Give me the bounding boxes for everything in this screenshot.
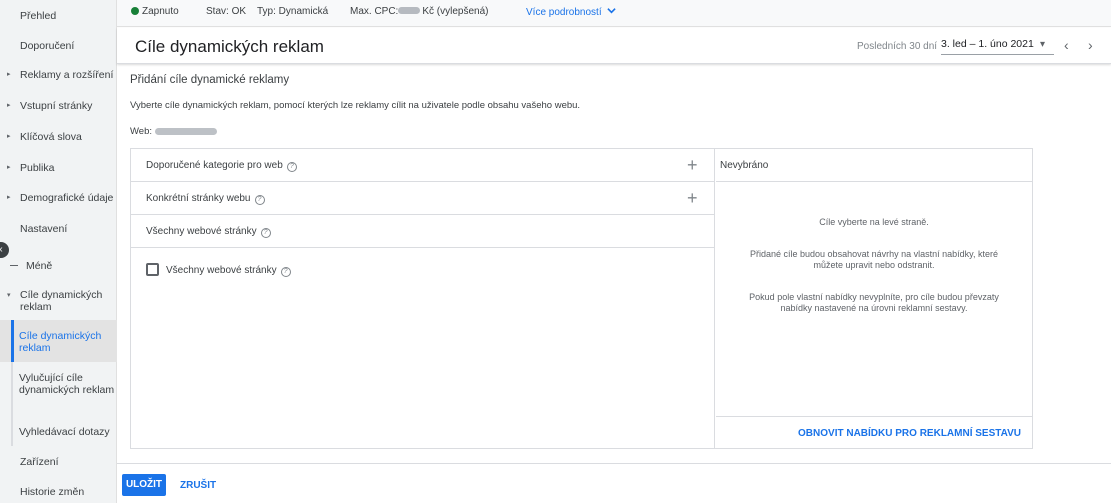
chevron-down-icon bbox=[607, 8, 617, 14]
option-row-specific-pages[interactable]: Konkrétní stránky webu? + bbox=[131, 182, 714, 215]
more-details-label: Více podrobností bbox=[526, 7, 602, 18]
status-badge: Zapnuto bbox=[131, 6, 179, 17]
save-button[interactable]: ULOŽIT bbox=[122, 474, 166, 496]
all-pages-checkbox-row[interactable]: Všechny webové stránky? bbox=[146, 263, 291, 277]
reset-bid-link[interactable]: OBNOVIT NABÍDKU PRO REKLAMNÍ SESTAVU bbox=[798, 428, 1021, 439]
expand-arrow-icon: ▸ bbox=[7, 133, 11, 140]
add-icon[interactable]: + bbox=[687, 188, 698, 209]
help-icon[interactable]: ? bbox=[254, 195, 265, 205]
date-range-picker[interactable]: 3. led – 1. úno 2021 bbox=[941, 38, 1054, 55]
status-dot-icon bbox=[131, 7, 139, 15]
option-row-label: Všechny webové stránky? bbox=[146, 226, 271, 238]
sidebar-item-label: Doporučení bbox=[20, 40, 75, 52]
max-cpc: Max. CPC: Kč (vylepšená) bbox=[350, 6, 488, 17]
main-content: Přidání cíle dynamické reklamy Vyberte c… bbox=[117, 64, 1111, 463]
more-details-link[interactable]: Více podrobností bbox=[526, 6, 617, 18]
sidebar-item-label: Demografické údaje bbox=[20, 192, 114, 204]
app-root: Přehled Doporučení ▸ Reklamy a rozšíření… bbox=[0, 0, 1111, 503]
option-label: Doporučené kategorie pro web bbox=[146, 160, 283, 171]
sidebar-subitem-dynamic-targets[interactable]: Cíle dynamických reklam bbox=[0, 320, 117, 362]
max-cpc-suffix: Kč (vylepšená) bbox=[422, 6, 489, 17]
help-icon[interactable]: ? bbox=[280, 267, 291, 277]
checkbox-label: Všechny webové stránky bbox=[166, 265, 277, 276]
sidebar-item-label: Publika bbox=[20, 162, 55, 174]
redacted-website bbox=[155, 128, 218, 135]
next-period-icon[interactable]: › bbox=[1088, 37, 1093, 53]
website-label: Web: bbox=[130, 126, 153, 137]
type-text: Typ: Dynamická bbox=[257, 6, 329, 17]
sidebar-subitem-label: Vyhledávací dotazy bbox=[19, 426, 110, 438]
max-cpc-label: Max. CPC: bbox=[350, 6, 399, 17]
expand-arrow-icon: ▸ bbox=[7, 164, 11, 171]
section-description: Vyberte cíle dynamických reklam, pomocí … bbox=[130, 100, 581, 111]
add-icon[interactable]: + bbox=[687, 155, 698, 176]
sidebar-item-label: Vstupní stránky bbox=[20, 100, 93, 112]
page-title: Cíle dynamických reklam bbox=[135, 37, 324, 56]
hint-text: Přidané cíle budou obsahovat návrhy na v… bbox=[750, 249, 998, 270]
option-row-recommended-categories[interactable]: Doporučené kategorie pro web? + bbox=[131, 149, 714, 182]
sidebar-item-label: Nastavení bbox=[20, 223, 68, 235]
divider bbox=[10, 265, 18, 266]
option-row-label: Doporučené kategorie pro web? bbox=[146, 160, 297, 172]
state-text: Stav: OK bbox=[206, 6, 247, 17]
hint-text: Cíle vyberte na levé straně. bbox=[819, 217, 929, 227]
campaign-status-bar: Zapnuto Stav: OK Typ: Dynamická Max. CPC… bbox=[117, 0, 1111, 27]
option-row-label: Konkrétní stránky webu? bbox=[146, 193, 265, 205]
sidebar: Přehled Doporučení ▸ Reklamy a rozšíření… bbox=[0, 0, 117, 503]
sidebar-subitem-label: Cíle dynamických reklam bbox=[19, 330, 102, 354]
date-range-label: Posledních 30 dní bbox=[857, 41, 938, 52]
sidebar-subitem-exclusions[interactable]: Vylučující cíle dynamických reklam bbox=[0, 372, 117, 412]
section-title: Přidání cíle dynamické reklamy bbox=[130, 74, 290, 86]
collapse-sidebar-button[interactable]: ‹ bbox=[0, 242, 9, 258]
selected-header-label: Nevybráno bbox=[720, 160, 769, 171]
sidebar-item-label: Zařízení bbox=[20, 456, 59, 468]
sidebar-item-label: Klíčová slova bbox=[20, 131, 82, 143]
cancel-button[interactable]: ZRUŠIT bbox=[180, 480, 216, 491]
redacted-value bbox=[398, 7, 421, 14]
hint-text: Pokud pole vlastní nabídky nevyplníte, p… bbox=[749, 292, 999, 313]
selected-header: Nevybráno bbox=[716, 149, 1032, 182]
expand-arrow-icon: ▸ bbox=[7, 194, 11, 201]
previous-period-icon[interactable]: ‹ bbox=[1064, 37, 1069, 53]
expand-arrow-icon: ▸ bbox=[7, 102, 11, 109]
chevron-down-icon: ▾ bbox=[7, 292, 11, 299]
less-label: Méně bbox=[26, 260, 53, 272]
option-row-all-pages[interactable]: Všechny webové stránky? bbox=[131, 215, 714, 248]
page-header: Cíle dynamických reklam Posledních 30 dn… bbox=[117, 28, 1111, 64]
target-picker: Doporučené kategorie pro web? + Konkrétn… bbox=[130, 148, 1033, 449]
help-icon[interactable]: ? bbox=[286, 162, 297, 172]
sidebar-item-label: Reklamy a rozšíření bbox=[20, 69, 114, 81]
all-pages-checkbox[interactable] bbox=[146, 263, 159, 276]
status-text: Zapnuto bbox=[142, 6, 179, 17]
expand-arrow-icon: ▸ bbox=[7, 71, 11, 78]
option-label: Konkrétní stránky webu bbox=[146, 193, 251, 204]
help-icon[interactable]: ? bbox=[260, 228, 271, 238]
selected-footer: OBNOVIT NABÍDKU PRO REKLAMNÍ SESTAVU bbox=[716, 416, 1032, 448]
sidebar-group-dynamic-targets[interactable]: ▾ Cíle dynamických reklam bbox=[0, 289, 117, 315]
website-row: Web: bbox=[130, 126, 218, 137]
sidebar-item-label: Přehled bbox=[20, 10, 57, 22]
action-bar: ULOŽIT ZRUŠIT bbox=[117, 463, 1111, 503]
sidebar-group-label: Cíle dynamických reklam bbox=[20, 289, 103, 313]
selected-targets-pane: Nevybráno Cíle vyberte na levé straně. P… bbox=[716, 149, 1032, 448]
sidebar-item-label: Historie změn bbox=[20, 486, 85, 498]
dropdown-caret-icon[interactable]: ▾ bbox=[1040, 39, 1045, 50]
option-label: Všechny webové stránky bbox=[146, 226, 257, 237]
sidebar-subitem-label: Vylučující cíle dynamických reklam bbox=[19, 372, 115, 396]
target-options-pane: Doporučené kategorie pro web? + Konkrétn… bbox=[131, 149, 715, 448]
